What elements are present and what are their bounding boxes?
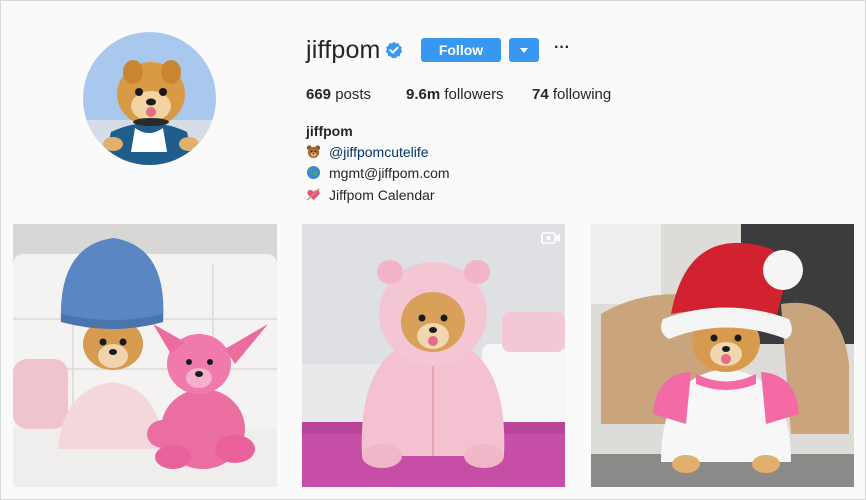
bio-mention-link[interactable]: @jiffpomcutelife [329,144,429,160]
profile-avatar[interactable] [83,32,216,165]
bio-line-calendar: Jiffpom Calendar [306,187,435,203]
posts-stat: 669 posts [306,86,371,104]
bio-email-text: mgmt@jiffpom.com [329,165,450,181]
more-options-button[interactable]: ··· [553,37,571,61]
posts-count: 669 [306,86,332,103]
bio-line-email: mgmt@jiffpom.com [306,165,450,181]
heart-arrow-emoji-icon [306,188,320,201]
profile-full-name: jiffpom [306,123,353,139]
following-stat[interactable]: 74 following [532,86,611,104]
post-thumbnail-video[interactable] [302,224,565,487]
bear-emoji-icon [306,145,321,159]
follow-button[interactable]: Follow [421,38,501,62]
profile-page: jiffpom Follow ··· 669 posts 9.6m follow… [0,0,866,500]
verified-badge-icon [385,41,403,59]
bio-calendar-text: Jiffpom Calendar [329,187,435,203]
posts-label: posts [335,86,372,103]
post-thumbnail[interactable] [591,224,854,487]
globe-emoji-icon [306,165,321,180]
suggested-accounts-dropdown-button[interactable] [509,38,539,62]
followers-label: followers [444,86,504,103]
following-count: 74 [532,86,549,103]
profile-username: jiffpom [306,36,381,64]
following-label: following [552,86,612,103]
post-thumbnail[interactable] [13,224,277,487]
followers-stat[interactable]: 9.6m followers [406,86,504,104]
followers-count: 9.6m [406,86,441,103]
bio-line-instagram: @jiffpomcutelife [306,144,429,160]
caret-down-icon [520,48,528,53]
video-camera-icon [541,232,560,244]
